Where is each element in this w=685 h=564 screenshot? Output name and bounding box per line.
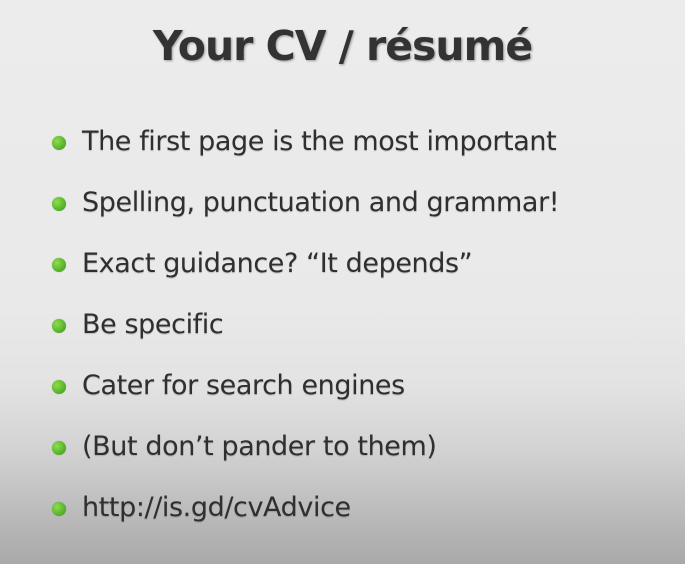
bullet-item-search-engines: Cater for search engines (52, 366, 672, 427)
bullet-text: (But don’t pander to them) (82, 431, 437, 462)
bullet-text: Spelling, punctuation and grammar! (82, 187, 560, 218)
slide: Your CV / résumé The first page is the m… (0, 0, 685, 564)
slide-title: Your CV / résumé (152, 22, 533, 70)
bullet-item-pander: (But don’t pander to them) (52, 427, 672, 488)
bullet-icon (52, 502, 66, 516)
bullet-icon (52, 258, 66, 272)
bullet-icon (52, 197, 66, 211)
bullet-text: Cater for search engines (82, 370, 405, 401)
bullet-icon (52, 319, 66, 333)
bullet-icon (52, 380, 66, 394)
cv-advice-link[interactable]: http://is.gd/cvAdvice (82, 488, 351, 528)
bullet-icon (52, 441, 66, 455)
bullet-list: The first page is the most important Spe… (52, 122, 672, 549)
bullet-text: The first page is the most important (82, 126, 557, 157)
bullet-item-first-page: The first page is the most important (52, 122, 672, 183)
bullet-text: Be specific (82, 309, 224, 340)
bullet-item-guidance: Exact guidance? “It depends” (52, 244, 672, 305)
bullet-item-spelling: Spelling, punctuation and grammar! (52, 183, 672, 244)
bullet-item-link: http://is.gd/cvAdvice (52, 488, 672, 549)
bullet-icon (52, 136, 66, 150)
bullet-text: Exact guidance? “It depends” (82, 248, 473, 279)
bullet-item-specific: Be specific (52, 305, 672, 366)
